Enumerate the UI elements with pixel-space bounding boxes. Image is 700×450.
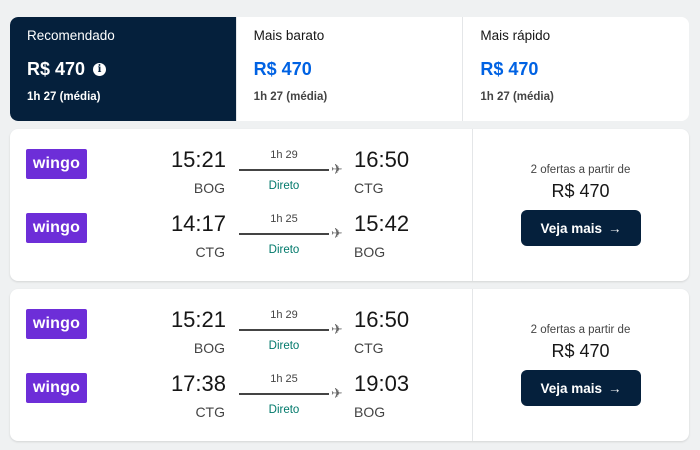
departure-time: 15:21 (170, 147, 226, 172)
offers-count: 2 ofertas a partir de (530, 324, 631, 336)
tab-label: Mais barato (253, 28, 325, 43)
airline-logo: wingo (26, 373, 87, 403)
arrow-right-icon: → (608, 220, 622, 236)
offers-count: 2 ofertas a partir de (530, 164, 631, 176)
return-leg: wingo 17:38 CTG 1h 25 ✈ Direto 19:03 BOG (10, 353, 472, 420)
result-card[interactable]: wingo 15:21 BOG 1h 29 ✈ Direto 16:50 CTG… (10, 129, 689, 281)
arrival-time: 16:50 (354, 307, 410, 332)
departure-airport: CTG (195, 404, 225, 420)
plane-icon: ✈ (331, 385, 343, 401)
see-more-button[interactable]: Veja mais → (521, 210, 641, 246)
tab-label: Recomendado (27, 28, 115, 43)
tab-price-value: R$ 470 (27, 59, 86, 79)
info-icon[interactable]: i (93, 63, 107, 76)
flight-duration: 1h 25 (270, 213, 298, 225)
plane-icon: ✈ (331, 321, 343, 337)
outbound-leg: wingo 15:21 BOG 1h 29 ✈ Direto 16:50 CTG (10, 289, 472, 356)
see-more-button[interactable]: Veja mais → (521, 370, 641, 406)
airline-logo: wingo (26, 309, 87, 339)
tab-label: Mais rápido (480, 28, 551, 43)
tab-duration: 1h 27 (média) (27, 91, 101, 103)
stops-label: Direto (268, 404, 300, 416)
arrival-airport: BOG (354, 404, 386, 420)
flight-duration: 1h 29 (270, 149, 298, 161)
departure-airport: CTG (195, 244, 225, 260)
arrival-time: 15:42 (354, 211, 410, 236)
see-more-label: Veja mais (540, 220, 603, 236)
tab-price-value: R$ 470 (480, 59, 539, 79)
card-divider (472, 129, 473, 281)
flight-duration: 1h 29 (270, 309, 298, 321)
plane-icon: ✈ (331, 161, 343, 177)
tab-price: R$ 470 (480, 59, 672, 80)
tab-price-value: R$ 470 (253, 59, 312, 79)
departure-time: 14:17 (170, 211, 226, 236)
tab-duration: 1h 27 (média) (253, 91, 328, 103)
result-price: R$ 470 (551, 181, 610, 201)
result-card[interactable]: wingo 15:21 BOG 1h 29 ✈ Direto 16:50 CTG… (10, 289, 689, 441)
stops-label: Direto (268, 180, 300, 192)
departure-time: 15:21 (170, 307, 226, 332)
tab-recommended[interactable]: Recomendado R$ 470 i 1h 27 (média) (10, 17, 236, 121)
tab-cheapest[interactable]: Mais barato R$ 470 1h 27 (média) (235, 17, 463, 121)
plane-icon: ✈ (331, 225, 343, 241)
flight-duration: 1h 25 (270, 373, 298, 385)
tab-duration: 1h 27 (média) (480, 91, 554, 103)
see-more-label: Veja mais (540, 380, 603, 396)
arrival-time: 16:50 (354, 147, 410, 172)
stops-label: Direto (268, 340, 300, 352)
stops-label: Direto (268, 244, 300, 256)
route-line (239, 329, 329, 331)
tab-fastest[interactable]: Mais rápido R$ 470 1h 27 (média) (462, 17, 689, 121)
tab-price: R$ 470 (254, 59, 446, 80)
outbound-leg: wingo 15:21 BOG 1h 29 ✈ Direto 16:50 CTG (10, 129, 472, 196)
route-line (239, 233, 329, 235)
route-line (239, 393, 329, 395)
tab-price: R$ 470 i (27, 59, 219, 80)
return-leg: wingo 14:17 CTG 1h 25 ✈ Direto 15:42 BOG (10, 193, 472, 260)
arrival-time: 19:03 (354, 371, 410, 396)
arrow-right-icon: → (608, 380, 622, 396)
result-price: R$ 470 (551, 341, 610, 361)
route-line (239, 169, 329, 171)
airline-logo: wingo (26, 213, 87, 243)
card-divider (472, 289, 473, 441)
arrival-airport: BOG (354, 244, 386, 260)
departure-time: 17:38 (170, 371, 226, 396)
airline-logo: wingo (26, 149, 87, 179)
sort-tabs: Recomendado R$ 470 i 1h 27 (média) Mais … (10, 17, 689, 121)
